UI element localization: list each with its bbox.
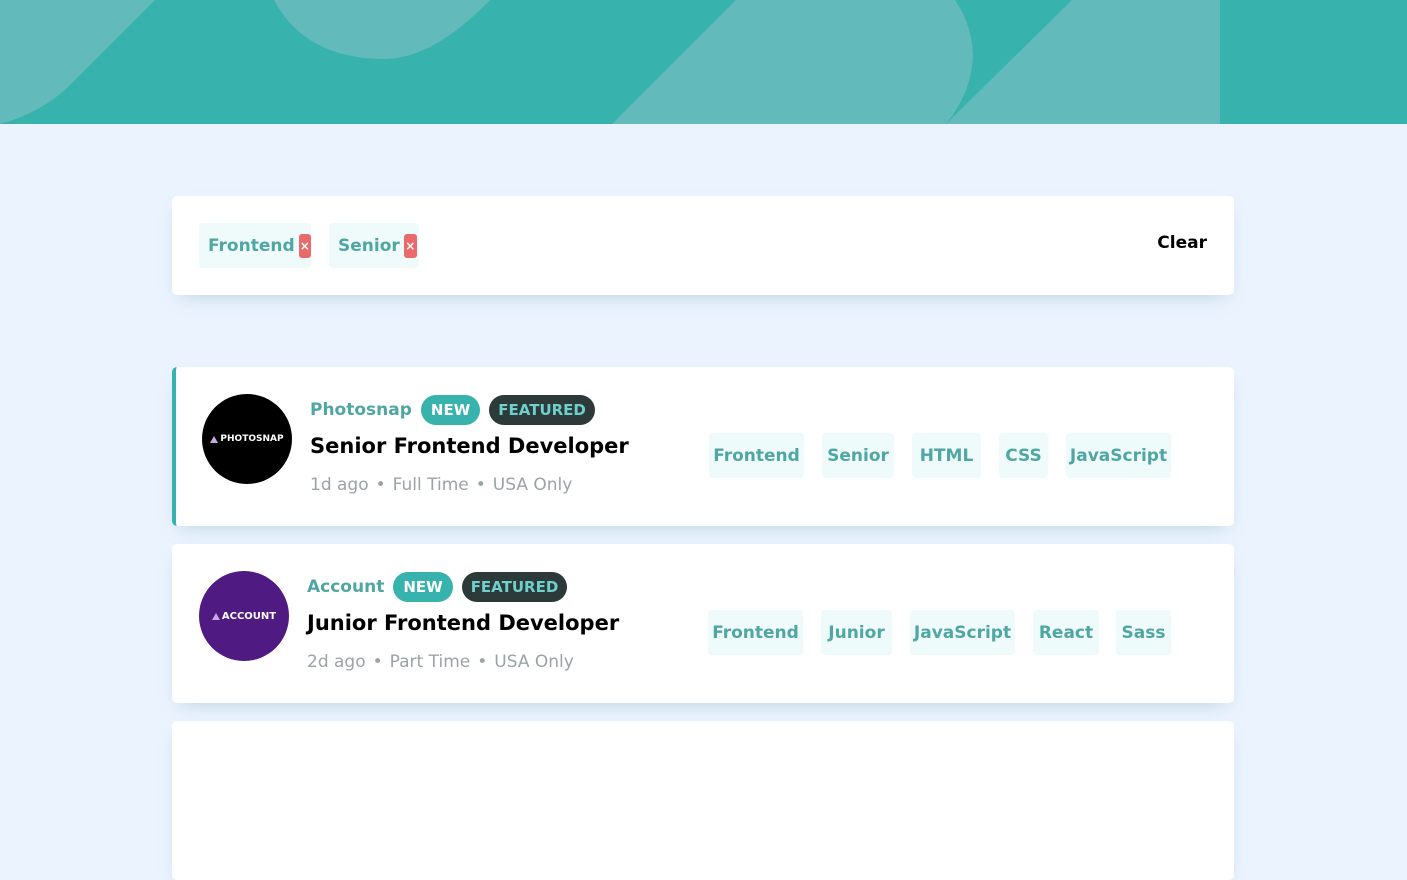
job-location: USA Only (492, 475, 573, 495)
featured-badge: FEATURED (489, 394, 595, 425)
contract-type: Full Time (392, 475, 469, 495)
meta-separator: • (477, 652, 488, 672)
tag-button[interactable]: Senior (822, 433, 894, 478)
tag-button[interactable]: Junior (821, 610, 892, 655)
filter-chip-senior: Senior × (329, 223, 419, 268)
job-location: USA Only (494, 652, 574, 672)
header-banner (0, 0, 1407, 124)
new-badge: NEW (420, 394, 481, 425)
job-position-link[interactable]: Senior Frontend Developer (310, 434, 629, 458)
tag-button[interactable]: HTML (912, 433, 981, 478)
photosnap-logo-icon (210, 435, 219, 443)
company-name: Photosnap (310, 399, 412, 420)
logo-text: PHOTOSNAP (220, 434, 284, 444)
account-logo-icon (211, 612, 220, 620)
meta-separator: • (475, 475, 486, 495)
meta-separator: • (372, 652, 383, 672)
filter-chip-label: Senior (338, 235, 400, 256)
job-meta: 1d ago • Full Time • USA Only (310, 475, 572, 495)
posted-at: 1d ago (310, 475, 369, 495)
job-meta: 2d ago • Part Time • USA Only (307, 652, 574, 672)
job-position-link[interactable]: Junior Frontend Developer (307, 611, 619, 635)
logo-text: ACCOUNT (221, 610, 277, 622)
remove-filter-icon[interactable]: × (298, 233, 311, 258)
job-card (172, 721, 1234, 880)
tag-button[interactable]: Frontend (708, 610, 803, 655)
company-logo: PHOTOSNAP (202, 394, 292, 484)
tag-button[interactable]: CSS (999, 433, 1048, 478)
header-pattern (0, 0, 1220, 124)
featured-badge: FEATURED (461, 571, 568, 602)
posted-at: 2d ago (307, 652, 366, 672)
remove-filter-icon[interactable]: × (403, 233, 417, 258)
new-badge: NEW (393, 571, 453, 602)
tag-button[interactable]: Frontend (709, 433, 804, 478)
tag-button[interactable]: React (1033, 610, 1099, 655)
company-row: Photosnap NEW FEATURED (310, 394, 595, 425)
filter-bar: Frontend × Senior × Clear (172, 196, 1234, 295)
tag-button[interactable]: Sass (1116, 610, 1171, 655)
filter-chip-label: Frontend (208, 235, 295, 256)
tag-button[interactable]: JavaScript (910, 610, 1015, 655)
tag-button[interactable]: JavaScript (1066, 433, 1171, 478)
job-card: PHOTOSNAP Photosnap NEW FEATURED Senior … (172, 367, 1234, 526)
company-name: Account (307, 576, 385, 597)
job-card: ACCOUNT Account NEW FEATURED Junior Fron… (172, 544, 1234, 703)
company-row: Account NEW FEATURED (307, 571, 568, 602)
contract-type: Part Time (389, 652, 471, 672)
clear-filters-button[interactable]: Clear (1157, 233, 1207, 253)
company-logo: ACCOUNT (199, 571, 289, 661)
filter-chip-frontend: Frontend × (199, 223, 311, 268)
meta-separator: • (375, 475, 386, 495)
